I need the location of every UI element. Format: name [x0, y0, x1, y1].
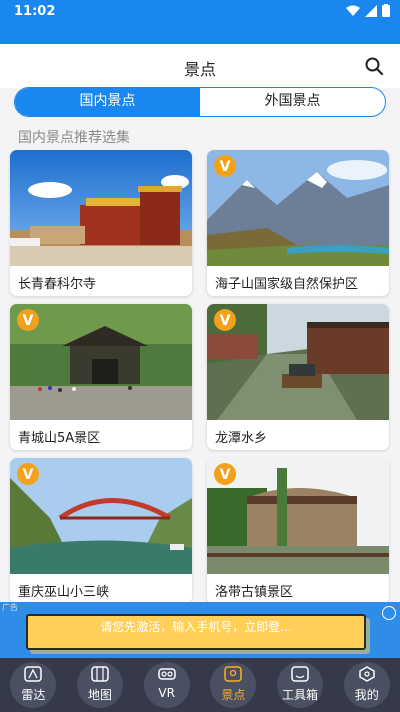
- attraction-card[interactable]: V 重庆巫山小三峡: [10, 458, 192, 604]
- nav-vr[interactable]: VR: [133, 658, 200, 712]
- attraction-name: 青城山5A景区: [18, 431, 101, 446]
- header: 景点: [0, 44, 400, 88]
- vip-badge-icon: V: [17, 463, 39, 485]
- vip-badge-icon: V: [214, 463, 236, 485]
- attraction-card[interactable]: 长青春科尔寺: [10, 150, 192, 296]
- vip-badge-icon: V: [214, 155, 236, 177]
- vip-badge-letter: V: [23, 467, 34, 483]
- status-bar: 11:02: [0, 0, 400, 24]
- app-bar-strip: [0, 24, 400, 44]
- nav-toolbox[interactable]: 工具箱: [267, 658, 334, 712]
- ad-banner[interactable]: 广告 请您先激活，输入手机号，立即登...: [0, 602, 400, 658]
- battery-icon: [382, 4, 390, 17]
- status-icons: [346, 4, 390, 17]
- vr-icon: [157, 668, 176, 680]
- nav-label: 工具箱: [282, 688, 319, 702]
- vip-badge-icon: V: [214, 309, 236, 331]
- nav-profile[interactable]: 我的: [333, 658, 400, 712]
- attraction-name: 龙潭水乡: [215, 431, 268, 446]
- nav-map[interactable]: 地图: [67, 658, 134, 712]
- vip-badge-letter: V: [220, 467, 231, 483]
- ad-box[interactable]: 请您先激活，输入手机号，立即登...: [26, 614, 366, 650]
- wifi-icon: [346, 5, 360, 16]
- vip-badge-icon: V: [17, 309, 39, 331]
- nav-scenic[interactable]: 景点: [200, 658, 267, 712]
- section-title: 国内景点推荐选集: [18, 130, 130, 146]
- vip-badge-letter: V: [220, 159, 231, 175]
- bottom-nav: 雷达 地图 VR 景点 工具箱 我的: [0, 658, 400, 712]
- nav-label: 我的: [354, 688, 379, 702]
- attraction-name: 重庆巫山小三峡: [18, 585, 110, 600]
- attraction-name: 长青春科尔寺: [18, 277, 97, 292]
- profile-icon: [358, 666, 375, 682]
- status-time: 11:02: [14, 4, 56, 19]
- page-title: 景点: [183, 60, 216, 79]
- nav-label: 地图: [88, 688, 113, 702]
- signal-icon: [365, 4, 377, 17]
- vip-badge-letter: V: [23, 313, 34, 329]
- attraction-card[interactable]: V 龙潭水乡: [207, 304, 389, 450]
- ad-text: 请您先激活，输入手机号，立即登...: [100, 620, 292, 634]
- nav-label: 雷达: [21, 688, 46, 702]
- attraction-photo: [10, 150, 192, 266]
- nav-radar[interactable]: 雷达: [0, 658, 67, 712]
- tab-domestic[interactable]: 国内景点: [15, 88, 200, 116]
- radar-icon: [24, 666, 43, 682]
- search-icon[interactable]: [364, 56, 384, 76]
- tab-switch: 国内景点 外国景点: [14, 87, 386, 117]
- attraction-card[interactable]: V 海子山国家级自然保护区: [207, 150, 389, 296]
- attraction-card[interactable]: V 洛带古镇景区: [207, 458, 389, 604]
- map-icon: [91, 666, 109, 682]
- attraction-name: 洛带古镇景区: [215, 585, 294, 600]
- toolbox-icon: [291, 666, 309, 682]
- tab-foreign[interactable]: 外国景点: [200, 88, 385, 116]
- close-icon[interactable]: [382, 606, 396, 620]
- vip-badge-letter: V: [220, 313, 231, 329]
- scenic-icon: [224, 666, 243, 682]
- attraction-card[interactable]: V 青城山5A景区: [10, 304, 192, 450]
- nav-label: VR: [158, 686, 175, 700]
- ad-tag: 广告: [2, 603, 18, 612]
- nav-label: 景点: [221, 688, 246, 702]
- attraction-name: 海子山国家级自然保护区: [215, 277, 359, 292]
